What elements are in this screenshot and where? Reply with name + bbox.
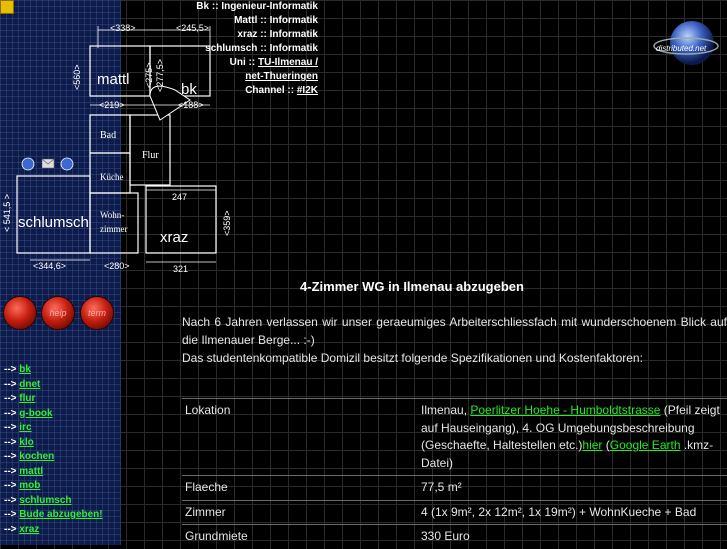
table-row: Zimmer 4 (1x 9m², 2x 12m², 1x 19m²) + Wo…: [182, 500, 727, 525]
nav-link-bude[interactable]: Bude abzugeben!: [19, 509, 102, 520]
info-list: Bk :: Ingenieur-Informatik Mattl :: Info…: [178, 0, 318, 98]
row-value: 4 (1x 9m², 2x 12m², 1x 19m²) + WohnKuech…: [421, 504, 697, 519]
sidebar-nav: --> bk --> dnet --> flur --> g-book --> …: [4, 363, 103, 537]
row-value: 77,5 m²: [421, 480, 462, 494]
nav-link-flur[interactable]: flur: [19, 393, 35, 404]
nav-item: --> schlumsch: [4, 494, 72, 506]
room-kueche[interactable]: Küche: [100, 172, 124, 182]
nav-link-irc[interactable]: irc: [19, 422, 31, 433]
room-flur[interactable]: Flur: [142, 150, 159, 161]
dim-219: <219>: [99, 100, 125, 110]
help-button[interactable]: help: [41, 296, 75, 330]
globe-icon[interactable]: [21, 157, 35, 171]
home-button[interactable]: [3, 296, 37, 330]
info-line: Uni :: TU-Ilmenau /: [229, 57, 318, 68]
info-line: Channel :: #I2K: [245, 85, 318, 96]
info-line: xraz :: Informatik: [237, 29, 318, 40]
page-title: 4-Zimmer WG in Ilmenau abzugeben: [300, 279, 524, 294]
dim-275: <275>: [144, 62, 154, 88]
nav-link-mob[interactable]: mob: [19, 480, 40, 491]
table-row: Lokation Ilmenau, Poerlitzer Hoehe - Hum…: [182, 398, 727, 476]
intro-line-1: Nach 6 Jahren verlassen wir unser geraeu…: [182, 315, 727, 347]
nav-item: --> flur: [4, 393, 36, 404]
intro-text: Nach 6 Jahren verlassen wir unser geraeu…: [182, 313, 727, 367]
row-label: Flaeche: [185, 480, 228, 494]
room-wohn-1[interactable]: Wohn-: [100, 210, 124, 220]
nav-item: --> mob: [4, 480, 41, 491]
nav-item: --> klo: [4, 436, 34, 448]
nav-link-klo[interactable]: klo: [19, 437, 33, 448]
dim-321: 321: [173, 264, 188, 274]
logo-text: distributed.net: [656, 44, 707, 53]
nav-link-mattl[interactable]: mattl: [19, 466, 43, 477]
nav-item: --> irc: [4, 422, 32, 433]
dim-188: <188>: [178, 100, 204, 110]
info-line: net-Thueringen: [178, 70, 318, 84]
uni-link[interactable]: TU-Ilmenau /: [258, 57, 318, 68]
dim-338: <338>: [110, 23, 136, 33]
dim-541: < 541,5 >: [2, 194, 12, 232]
nav-link-schlumsch[interactable]: schlumsch: [19, 495, 71, 506]
nav-item: --> Bude abzugeben!: [4, 509, 103, 520]
nav-item: --> xraz: [4, 523, 40, 535]
row-label: Lokation: [185, 403, 231, 417]
row-value: Ilmenau, Poerlitzer Hoehe - Humboldtstra…: [421, 403, 720, 470]
info-line: Bk :: Ingenieur-Informatik: [196, 1, 318, 12]
nav-link-dnet[interactable]: dnet: [19, 379, 40, 390]
google-earth-link[interactable]: Google Earth: [610, 438, 681, 452]
surroundings-link[interactable]: hier: [582, 438, 602, 452]
nav-item: --> dnet: [4, 378, 41, 390]
room-schlumsch[interactable]: schlumsch: [18, 214, 89, 231]
info-line: Mattl :: Informatik: [234, 15, 318, 26]
intro-line-2: Das studentenkompatible Domizil besitzt …: [182, 351, 643, 365]
dim-344: <344,6>: [33, 261, 66, 271]
term-button[interactable]: term: [80, 296, 114, 330]
distributed-net-logo[interactable]: distributed.net: [652, 18, 720, 76]
room-xraz[interactable]: xraz: [160, 229, 188, 246]
web-icon[interactable]: [60, 157, 74, 171]
nav-item: --> kochen: [4, 451, 55, 462]
room-mattl[interactable]: mattl: [97, 71, 130, 88]
mail-icon[interactable]: [41, 158, 55, 169]
dim-560: <560>: [72, 64, 82, 90]
channel-link[interactable]: #I2K: [297, 85, 318, 96]
dim-277: <277,5>: [155, 59, 165, 92]
nav-link-kochen[interactable]: kochen: [19, 451, 54, 462]
dim-359: <359>: [222, 210, 232, 236]
location-link[interactable]: Poerlitzer Hoehe - Humboldtstrasse: [470, 403, 660, 417]
info-line: schlumsch :: Informatik: [205, 43, 318, 54]
dim-280: <280>: [104, 261, 130, 271]
spec-table: Lokation Ilmenau, Poerlitzer Hoehe - Hum…: [182, 398, 727, 549]
row-label: Zimmer: [185, 504, 226, 519]
room-bad[interactable]: Bad: [100, 130, 116, 141]
nav-link-bk[interactable]: bk: [19, 364, 31, 375]
nav-item: --> bk: [4, 364, 31, 375]
table-row: Flaeche 77,5 m²: [182, 475, 727, 501]
net-link[interactable]: net-Thueringen: [245, 71, 318, 82]
nav-item: --> g-book: [4, 407, 53, 419]
room-wohn-2[interactable]: zimmer: [100, 224, 128, 234]
nav-item: --> mattl: [4, 465, 44, 477]
nav-link-xraz[interactable]: xraz: [19, 524, 39, 535]
nav-link-gbook[interactable]: g-book: [19, 408, 52, 419]
dim-247: 247: [172, 192, 187, 202]
